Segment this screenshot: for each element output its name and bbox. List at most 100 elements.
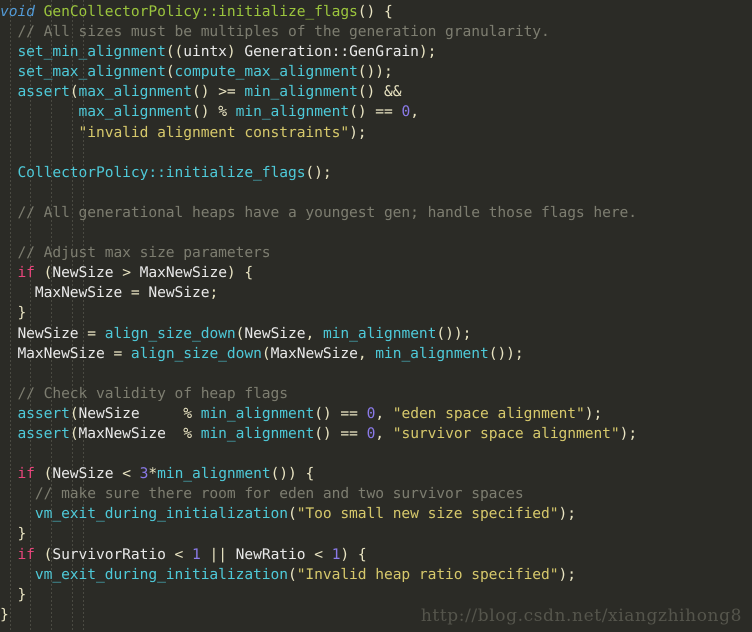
code-token-num: 1: [192, 545, 201, 563]
code-token-pn: (: [34, 465, 53, 483]
code-line[interactable]: }: [0, 303, 637, 323]
code-token-fn: min_alignment: [200, 424, 315, 442]
source-code-block[interactable]: void GenCollectorPolicy::initialize_flag…: [0, 0, 637, 625]
code-line[interactable]: if (SurvivorRatio < 1 || NewRatio < 1) {: [0, 545, 637, 565]
code-line[interactable]: assert(max_alignment() >= min_alignment(…: [0, 82, 637, 102]
code-line[interactable]: [0, 444, 637, 464]
code-token-pn: (: [69, 424, 79, 442]
code-token-op: <: [122, 465, 131, 483]
code-line[interactable]: MaxNewSize = NewSize;: [0, 283, 637, 303]
code-token-fn: min_alignment: [322, 324, 437, 342]
code-line[interactable]: [0, 223, 637, 243]
code-token-op: =: [130, 284, 140, 302]
code-line[interactable]: MaxNewSize = align_size_down(MaxNewSize,…: [0, 344, 637, 364]
code-token-pn: ,: [375, 404, 393, 422]
code-token-pn: (): [357, 83, 385, 101]
code-line[interactable]: [0, 364, 637, 384]
code-token-pn: (: [69, 83, 79, 101]
code-token-op: ==: [340, 404, 358, 422]
code-token-pn: (: [287, 505, 297, 523]
code-line[interactable]: void GenCollectorPolicy::initialize_flag…: [0, 2, 637, 22]
code-token-pn: ,: [357, 344, 376, 362]
code-token-pn: (: [34, 545, 53, 563]
code-token-pn: (: [261, 344, 271, 362]
code-token-num: 0: [366, 404, 376, 422]
code-token-pl: MaxNewSize: [34, 284, 123, 302]
code-token-cmt: // make sure there room for eden and two…: [34, 485, 524, 503]
code-line[interactable]: // All generational heaps have a younges…: [0, 203, 637, 223]
code-token-op: <: [314, 545, 323, 563]
code-token-pl: NewSize: [244, 324, 306, 342]
code-line[interactable]: set_min_alignment((uintx) Generation::Ge…: [0, 42, 637, 62]
code-token-fn: assert: [17, 404, 70, 422]
code-token-pn: (): [314, 404, 341, 422]
code-line[interactable]: vm_exit_during_initialization("Too small…: [0, 504, 637, 524]
code-line[interactable]: "invalid alignment constraints");: [0, 123, 637, 143]
code-token-pn: }: [17, 304, 27, 322]
code-token-op: ==: [375, 103, 393, 121]
code-line[interactable]: assert(NewSize % min_alignment() == 0, "…: [0, 404, 637, 424]
code-line[interactable]: // Check validity of heap flags: [0, 384, 637, 404]
code-token-op: %: [183, 404, 193, 422]
code-line[interactable]: // All sizes must be multiples of the ge…: [0, 22, 637, 42]
code-editor-pane[interactable]: void GenCollectorPolicy::initialize_flag…: [0, 0, 752, 632]
code-token-fn: assert: [17, 83, 70, 101]
code-token-fn: min_alignment: [235, 103, 350, 121]
code-token-cmt: // All generational heaps have a younges…: [17, 203, 638, 221]
code-token-fn: set_max_alignment: [17, 63, 166, 81]
code-token-num: 0: [401, 103, 411, 121]
code-line[interactable]: max_alignment() % min_alignment() == 0,: [0, 102, 637, 122]
code-line[interactable]: }: [0, 585, 637, 605]
code-token-pl: MaxNewSize: [139, 264, 227, 282]
code-token-pn: ;: [209, 284, 219, 302]
code-line[interactable]: NewSize = align_size_down(NewSize, min_a…: [0, 324, 637, 344]
code-token-kw: if: [17, 264, 35, 282]
code-token-str: "Invalid heap ratio specified": [296, 565, 559, 583]
code-token-pn: }: [17, 585, 27, 603]
code-token-pn: (: [165, 63, 175, 81]
code-line[interactable]: if (NewSize > MaxNewSize) {: [0, 263, 637, 283]
code-line[interactable]: set_max_alignment(compute_max_alignment(…: [0, 62, 637, 82]
code-token-pn: );: [558, 565, 577, 583]
code-line[interactable]: }: [0, 524, 637, 544]
code-token-op: %: [183, 424, 192, 442]
code-line[interactable]: if (NewSize < 3*min_alignment()) {: [0, 464, 637, 484]
code-line[interactable]: CollectorPolicy::initialize_flags();: [0, 163, 637, 183]
code-line[interactable]: [0, 183, 637, 203]
code-line[interactable]: // Adjust max size parameters: [0, 243, 637, 263]
code-line[interactable]: vm_exit_during_initialization("Invalid h…: [0, 565, 637, 585]
code-line[interactable]: assert(MaxNewSize % min_alignment() == 0…: [0, 424, 637, 444]
code-token-str: "invalid alignment constraints": [78, 123, 350, 141]
code-token-fn: align_size_down: [130, 344, 262, 362]
code-token-pl: NewSize: [148, 284, 210, 302]
code-token-kw: if: [17, 545, 35, 563]
code-line[interactable]: [0, 143, 637, 163]
code-token-pn: );: [619, 424, 638, 442]
code-token-fn: max_alignment: [78, 103, 193, 121]
code-line[interactable]: // make sure there room for eden and two…: [0, 484, 637, 504]
code-token-cmt: // Check validity of heap flags: [17, 384, 288, 402]
